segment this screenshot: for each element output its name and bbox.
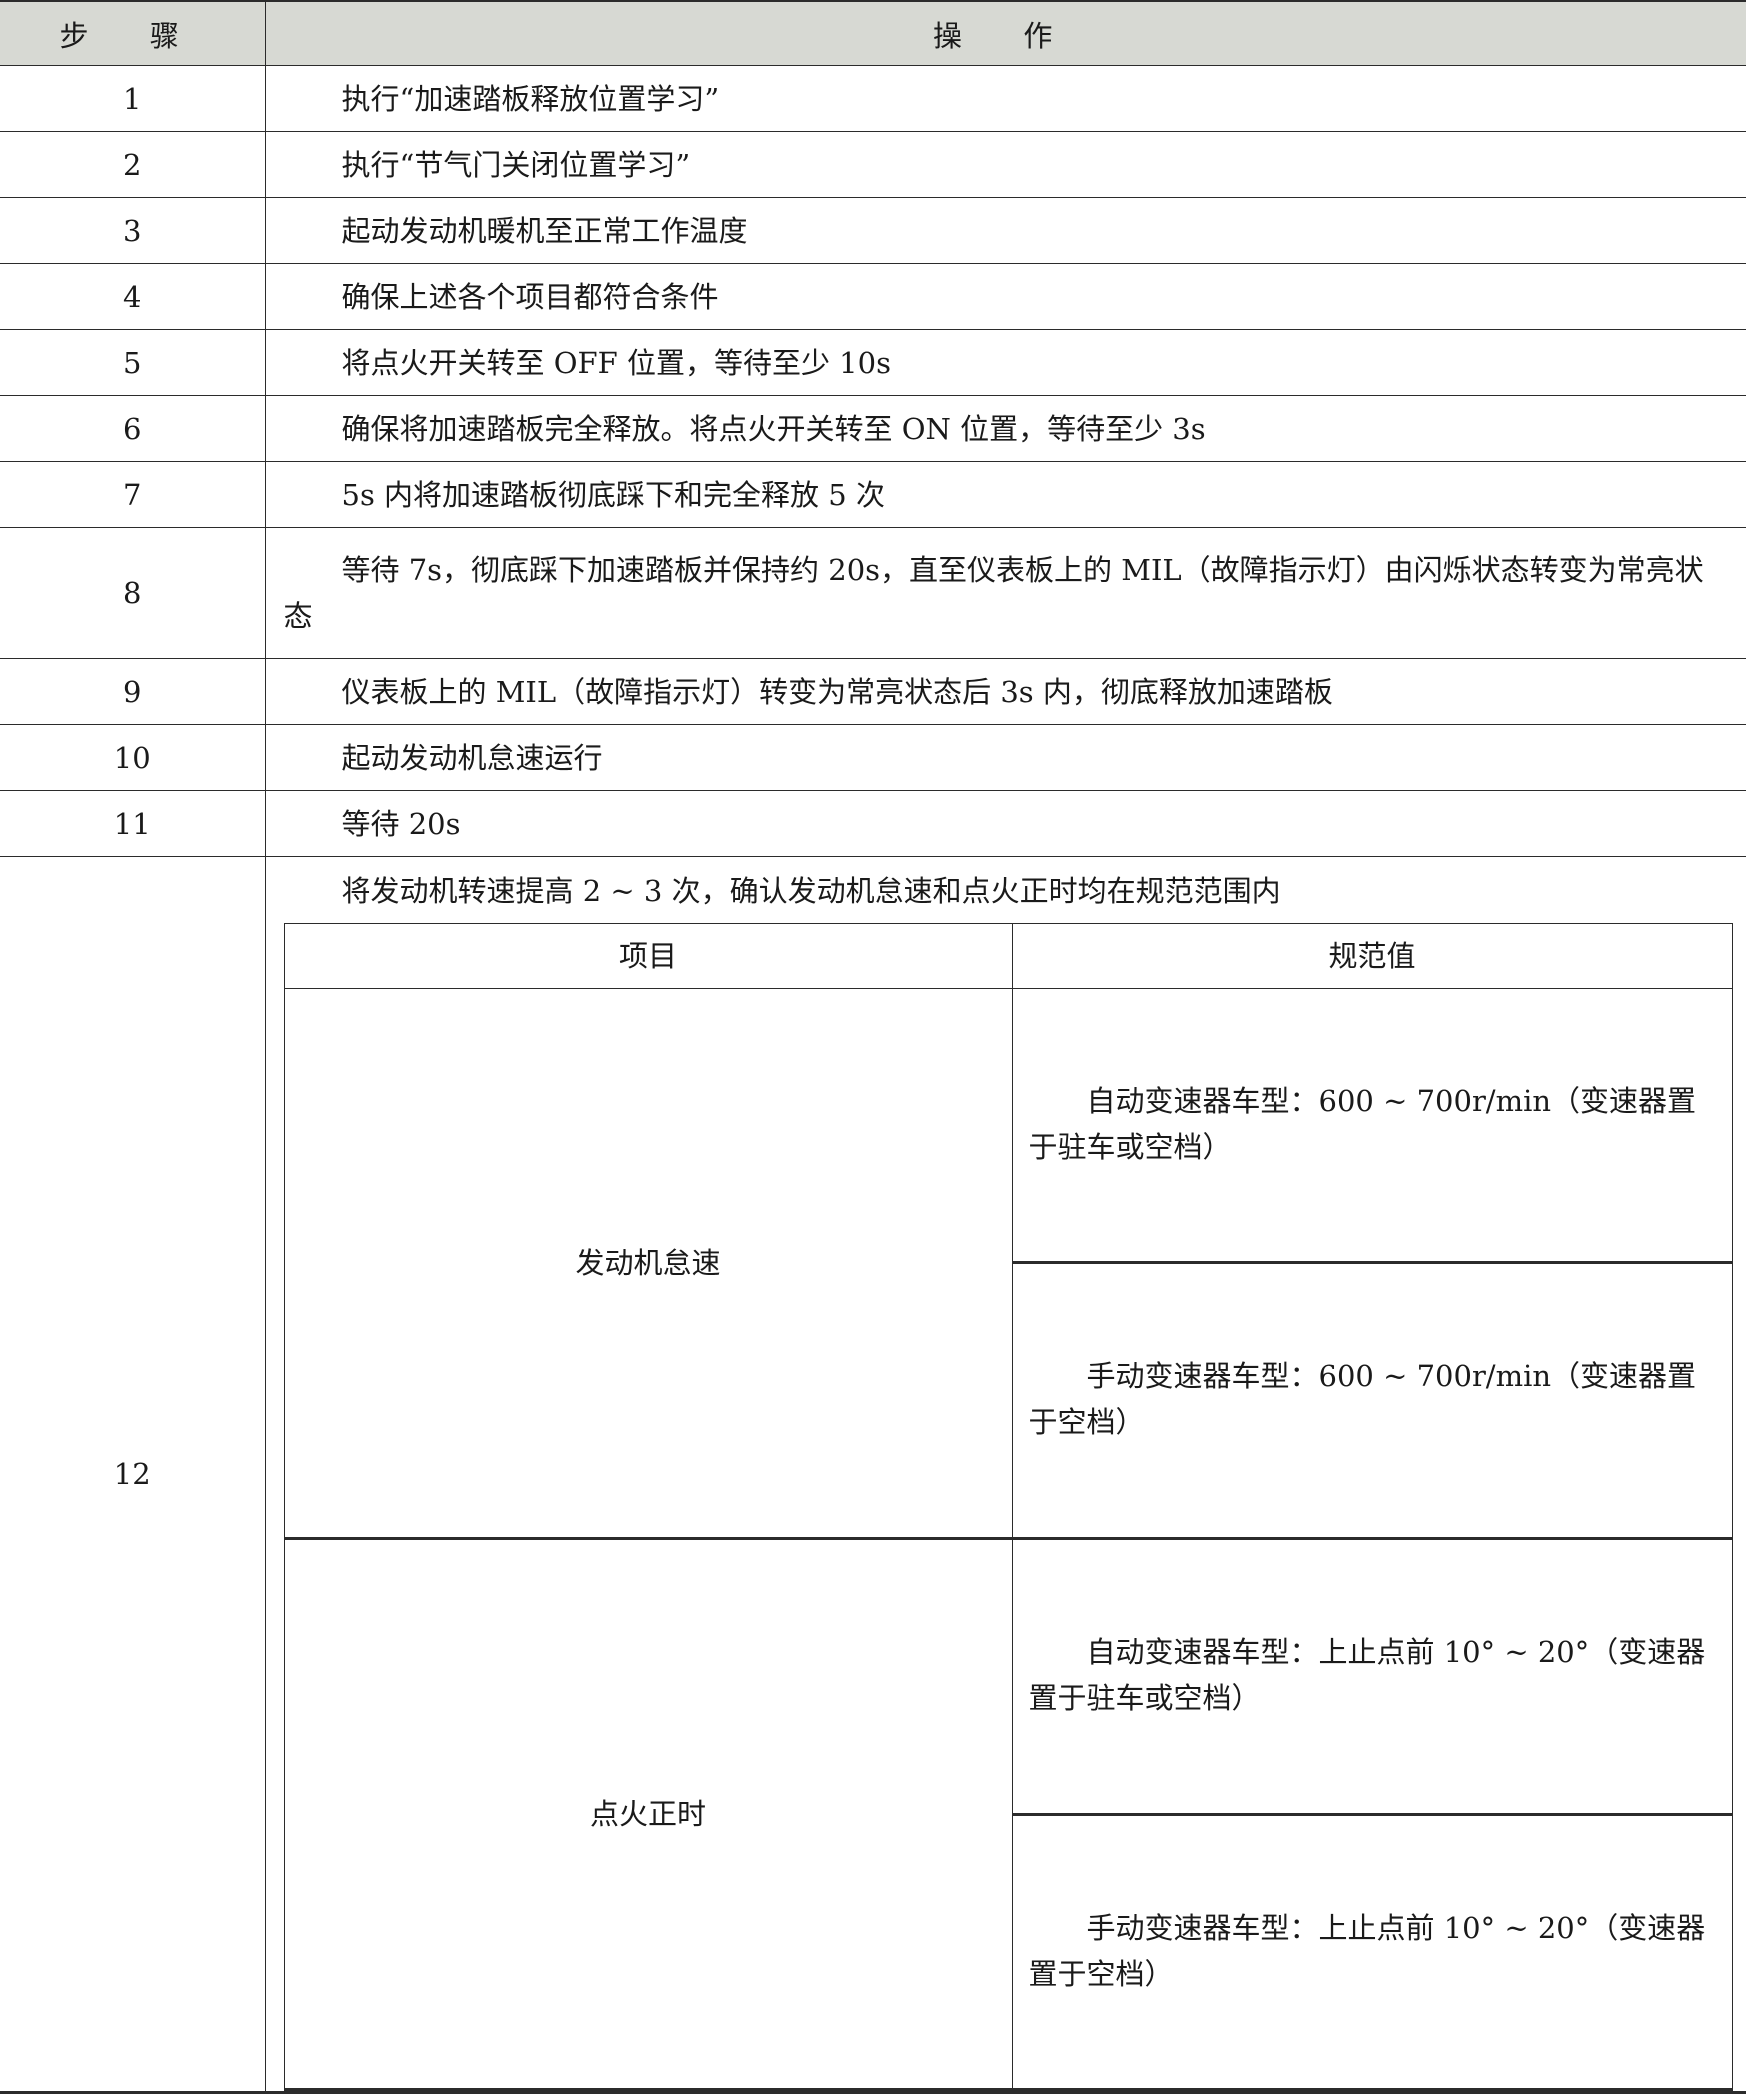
spec-header-item: 项目 (283, 923, 1013, 989)
step-number: 1 (0, 65, 266, 132)
step-number: 10 (0, 724, 266, 791)
header-step: 步 骤 (0, 0, 266, 66)
step-operation: 5s 内将加速踏板彻底踩下和完全释放 5 次 (265, 461, 1746, 528)
spec-row: 点火正时 自动变速器车型：上止点前 10° ~ 20°（变速器置于驻车或空档） (283, 1538, 1733, 2091)
page: 步 骤 操 作 1 执行“加速踏板释放位置学习” 2 执行“节气门关闭位置学习”… (0, 0, 1746, 2094)
table-row: 2 执行“节气门关闭位置学习” (0, 131, 1746, 198)
step-number: 5 (0, 329, 266, 396)
step-number: 6 (0, 395, 266, 462)
step-operation: 将点火开关转至 OFF 位置，等待至少 10s (265, 329, 1746, 396)
step-operation: 执行“节气门关闭位置学习” (265, 131, 1746, 198)
spec-value: 手动变速器车型：600 ~ 700r/min（变速器置于空档） (1011, 1261, 1733, 1541)
table-row: 4 确保上述各个项目都符合条件 (0, 263, 1746, 330)
table-row: 6 确保将加速踏板完全释放。将点火开关转至 ON 位置，等待至少 3s (0, 395, 1746, 462)
spec-table-header: 项目 规范值 (283, 923, 1733, 989)
step-operation: 等待 20s (265, 790, 1746, 857)
step-number: 4 (0, 263, 266, 330)
table-row: 10 起动发动机怠速运行 (0, 724, 1746, 791)
table-row: 8 等待 7s，彻底踩下加速踏板并保持约 20s，直至仪表板上的 MIL（故障指… (0, 527, 1746, 659)
table-row: 5 将点火开关转至 OFF 位置，等待至少 10s (0, 329, 1746, 396)
step-operation: 执行“加速踏板释放位置学习” (265, 65, 1746, 132)
spec-item-ignition-timing: 点火正时 (283, 1538, 1013, 2091)
step-operation: 确保上述各个项目都符合条件 (265, 263, 1746, 330)
step-number: 9 (0, 658, 266, 725)
step-operation: 将发动机转速提高 2 ~ 3 次，确认发动机怠速和点火正时均在规范范围内 项目 … (265, 856, 1746, 2094)
step-operation: 起动发动机暖机至正常工作温度 (265, 197, 1746, 264)
step-operation: 起动发动机怠速运行 (265, 724, 1746, 791)
step-number: 3 (0, 197, 266, 264)
header-operation: 操 作 (265, 0, 1746, 66)
step-number: 8 (0, 527, 266, 659)
table-row: 3 起动发动机暖机至正常工作温度 (0, 197, 1746, 264)
spec-item-idle: 发动机怠速 (283, 988, 1013, 1540)
step-operation: 等待 7s，彻底踩下加速踏板并保持约 20s，直至仪表板上的 MIL（故障指示灯… (265, 527, 1746, 659)
spec-value: 手动变速器车型：上止点前 10° ~ 20°（变速器置于空档） (1011, 1813, 1733, 2091)
procedure-table: 步 骤 操 作 1 执行“加速踏板释放位置学习” 2 执行“节气门关闭位置学习”… (0, 0, 1746, 2094)
table-row-step-12: 12 将发动机转速提高 2 ~ 3 次，确认发动机怠速和点火正时均在规范范围内 … (0, 856, 1746, 2094)
table-row: 7 5s 内将加速踏板彻底踩下和完全释放 5 次 (0, 461, 1746, 528)
table-header-row: 步 骤 操 作 (0, 0, 1746, 66)
table-row: 1 执行“加速踏板释放位置学习” (0, 65, 1746, 132)
spec-value: 自动变速器车型：600 ~ 700r/min（变速器置于驻车或空档） (1011, 988, 1733, 1264)
step-operation: 仪表板上的 MIL（故障指示灯）转变为常亮状态后 3s 内，彻底释放加速踏板 (265, 658, 1746, 725)
table-row: 9 仪表板上的 MIL（故障指示灯）转变为常亮状态后 3s 内，彻底释放加速踏板 (0, 658, 1746, 725)
spec-value: 自动变速器车型：上止点前 10° ~ 20°（变速器置于驻车或空档） (1011, 1538, 1733, 1816)
step-number: 2 (0, 131, 266, 198)
spec-table: 项目 规范值 发动机怠速 自动变速器车型：600 ~ 700r/min（变速器置… (283, 923, 1733, 2091)
step-12-intro: 将发动机转速提高 2 ~ 3 次，确认发动机怠速和点火正时均在规范范围内 (341, 874, 1281, 908)
step-number: 12 (0, 856, 266, 2094)
spec-header-value: 规范值 (1011, 923, 1733, 989)
step-operation: 确保将加速踏板完全释放。将点火开关转至 ON 位置，等待至少 3s (265, 395, 1746, 462)
step-number: 11 (0, 790, 266, 857)
spec-row: 发动机怠速 自动变速器车型：600 ~ 700r/min（变速器置于驻车或空档） (283, 988, 1733, 1540)
table-row: 11 等待 20s (0, 790, 1746, 857)
step-number: 7 (0, 461, 266, 528)
